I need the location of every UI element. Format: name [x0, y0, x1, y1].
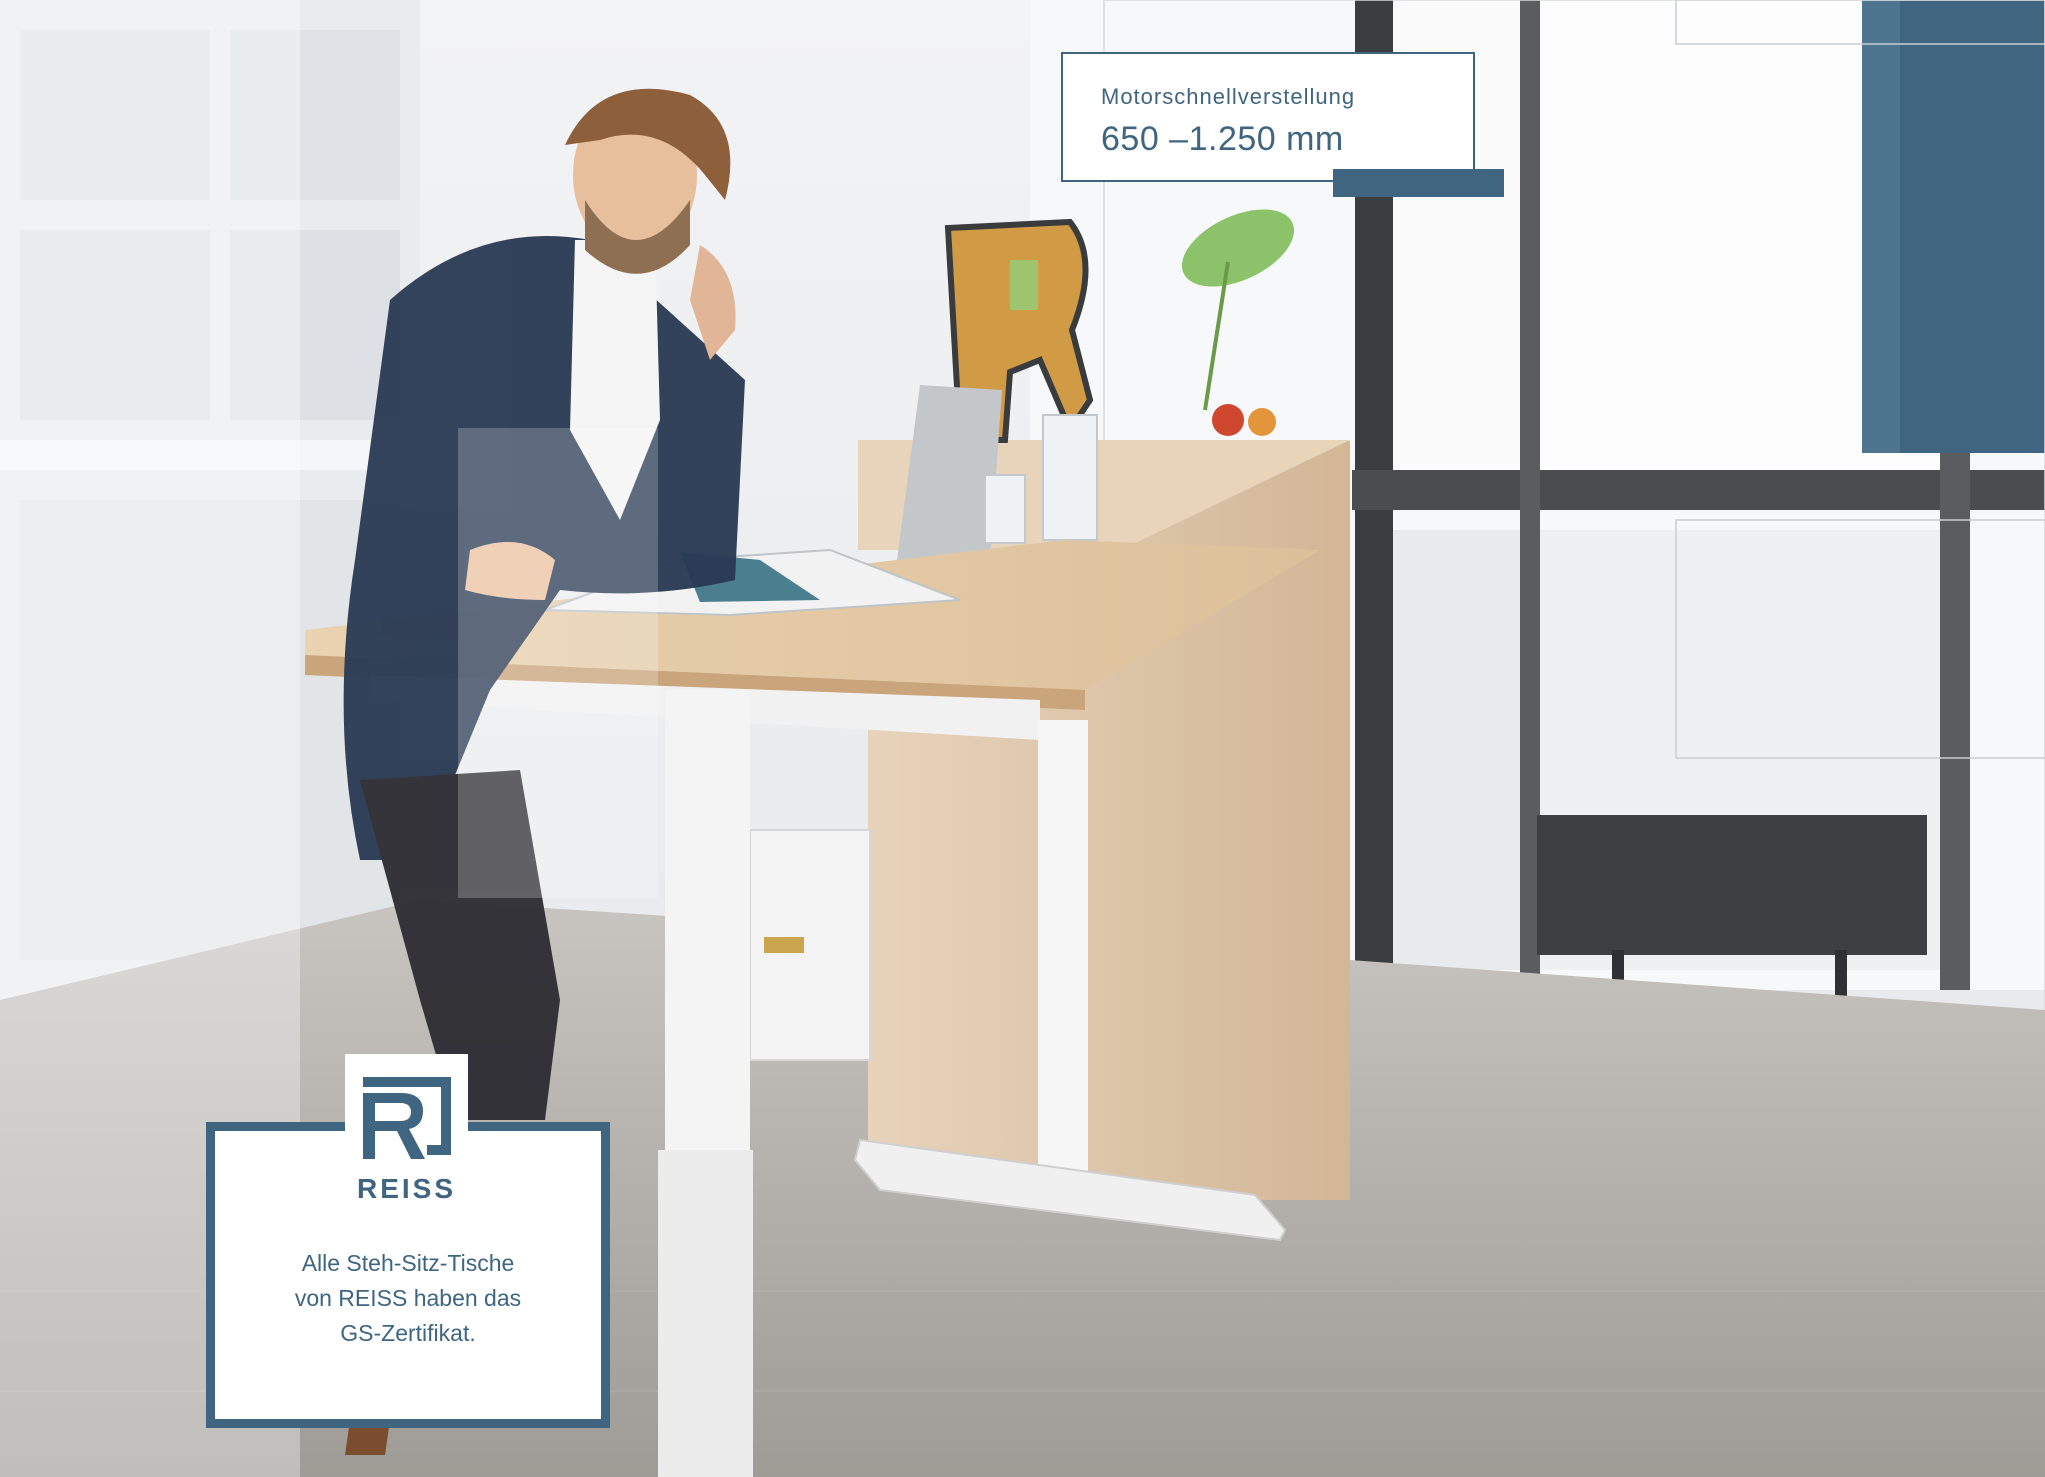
height-spec-callout: Motorschnellverstellung 650 –1.250 mm [1061, 52, 1475, 182]
apple [1212, 404, 1244, 436]
spec-accent-bar [1333, 169, 1504, 197]
spec-label: Motorschnellverstellung [1101, 84, 1356, 109]
radiator [1537, 815, 1927, 955]
certificate-text: Alle Steh-Sitz-Tische von REISS haben da… [216, 1246, 600, 1351]
certificate-line-2: von REISS haben das [294, 1285, 522, 1311]
certificate-line-3: GS-Zertifikat. [340, 1320, 476, 1346]
logo-wordmark: REISS [356, 1173, 457, 1204]
certificate-line-1: Alle Steh-Sitz-Tische [301, 1250, 515, 1276]
desk-leg-back [1038, 720, 1088, 1190]
reiss-logo-icon [363, 1077, 451, 1159]
spec-value: 650 –1.250 mm [1101, 120, 1344, 158]
